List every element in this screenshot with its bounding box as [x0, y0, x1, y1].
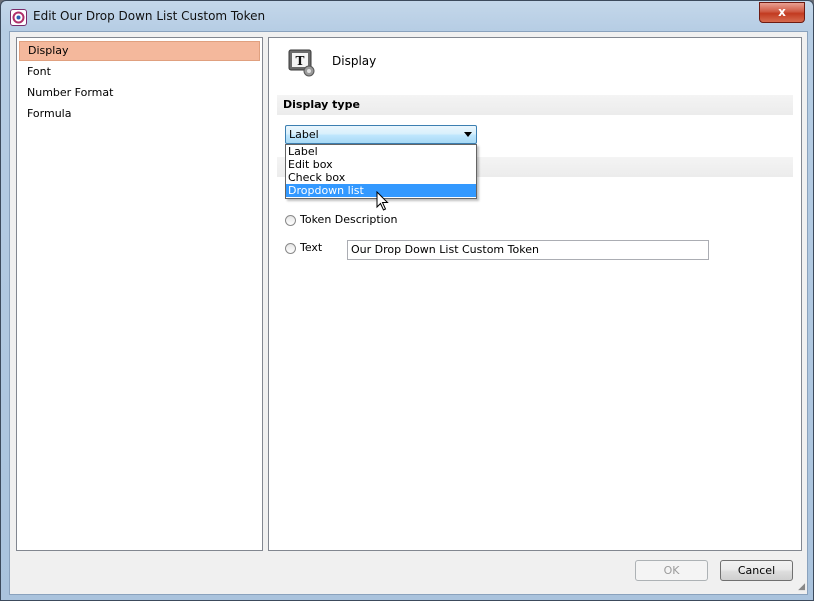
radio-button[interactable]	[285, 215, 296, 226]
panel-title: Display	[332, 54, 377, 68]
radio-token-description[interactable]: Token Description	[285, 212, 425, 230]
resize-grip-icon[interactable]: ◢	[798, 582, 805, 592]
app-icon	[10, 9, 27, 26]
svg-text:T: T	[296, 54, 305, 68]
cancel-button[interactable]: Cancel	[720, 560, 793, 581]
option-edit-box[interactable]: Edit box	[286, 158, 476, 171]
ok-button[interactable]: OK	[635, 560, 708, 581]
chevron-down-icon[interactable]	[464, 132, 472, 137]
window-title: Edit Our Drop Down List Custom Token	[33, 9, 266, 23]
text-token-settings-icon: T	[288, 49, 316, 77]
nav-item-display[interactable]: Display	[19, 41, 260, 61]
title-bar[interactable]: Edit Our Drop Down List Custom Token x	[1, 1, 813, 31]
display-type-header: Display type	[277, 95, 793, 115]
option-check-box[interactable]: Check box	[286, 171, 476, 184]
radio-label: Text	[300, 241, 323, 254]
mouse-cursor-icon	[376, 191, 389, 211]
radio-button[interactable]	[285, 243, 296, 254]
option-label[interactable]: Label	[286, 145, 476, 158]
category-list: Display Font Number Format Formula	[16, 37, 263, 551]
close-button[interactable]: x	[759, 2, 805, 23]
dialog-window: Edit Our Drop Down List Custom Token x D…	[0, 0, 814, 601]
display-type-dropdown[interactable]: Label	[285, 125, 477, 144]
dropdown-selected-value: Label	[289, 128, 319, 141]
nav-item-font[interactable]: Font	[19, 62, 260, 82]
radio-text[interactable]: Text	[285, 240, 345, 258]
nav-item-number-format[interactable]: Number Format	[19, 83, 260, 103]
nav-item-formula[interactable]: Formula	[19, 104, 260, 124]
dialog-client-area: Display Font Number Format Formula T Dis…	[9, 31, 808, 595]
radio-label: Token Description	[300, 213, 398, 226]
close-icon: x	[778, 5, 786, 19]
text-field[interactable]: Our Drop Down List Custom Token	[347, 240, 709, 260]
settings-panel: T Display Display type Label Label Edit …	[268, 37, 802, 551]
